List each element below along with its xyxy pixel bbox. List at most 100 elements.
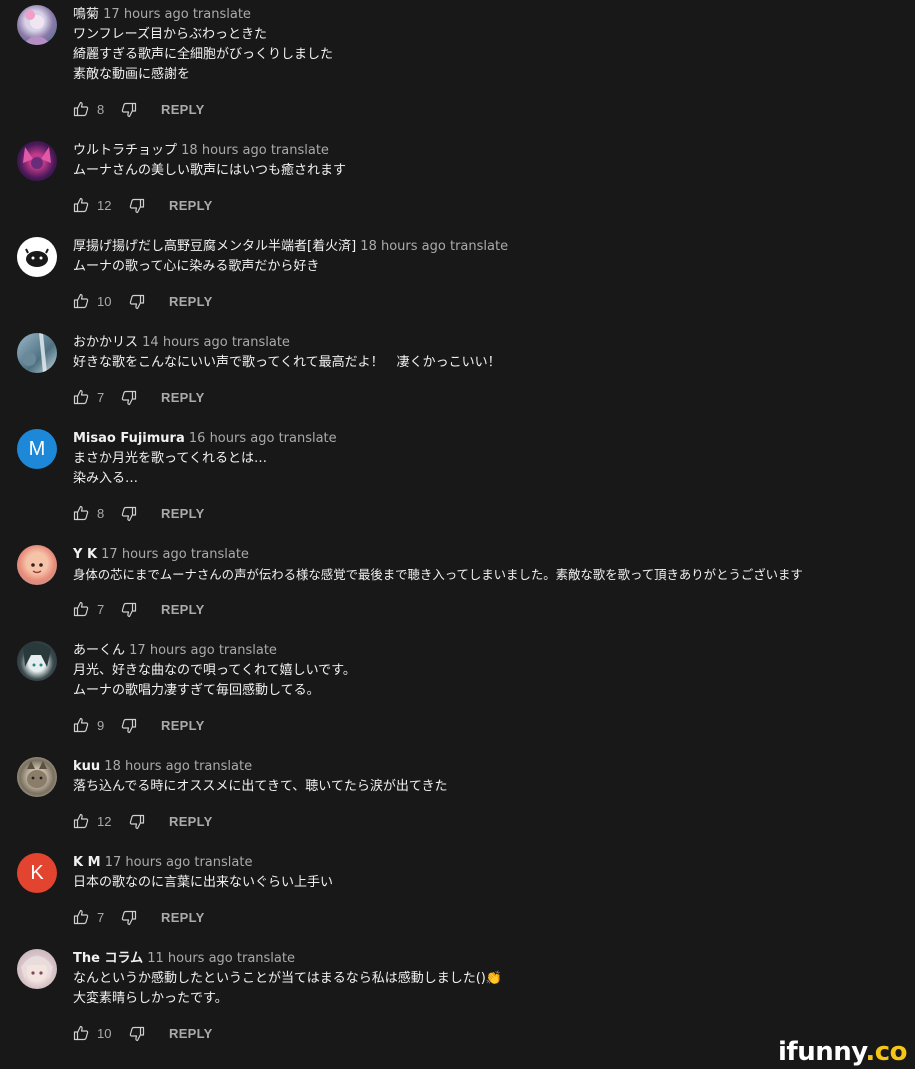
comment-timestamp[interactable]: 14 hours ago [142, 335, 228, 350]
like-count: 10 [97, 294, 112, 309]
thumbs-up-icon[interactable] [73, 197, 89, 213]
thumbs-down-icon[interactable] [121, 390, 137, 406]
like-count: 7 [97, 390, 105, 405]
avatar[interactable] [17, 641, 57, 681]
comment-text: 身体の芯にまでムーナさんの声が伝わる様な感覚で最後まで聴き入ってしまいました。素… [73, 567, 803, 582]
translate-link[interactable]: translate [191, 547, 249, 562]
comment-text: 綺麗すぎる歌声に全細胞がびっくりしました [73, 47, 334, 62]
reply-button[interactable]: REPLY [161, 906, 205, 930]
thumbs-up-icon[interactable] [73, 505, 89, 521]
avatar[interactable] [17, 5, 57, 45]
like-count: 12 [97, 198, 112, 213]
translate-link[interactable]: translate [271, 143, 329, 158]
like-count: 12 [97, 814, 112, 829]
comment-timestamp[interactable]: 18 hours ago [360, 239, 446, 254]
avatar-letter: M [28, 437, 46, 460]
translate-link[interactable]: translate [232, 335, 290, 350]
comment-text: 日本の歌なのに言葉に出来ないぐらい上手い [73, 875, 334, 890]
translate-link[interactable]: translate [193, 7, 251, 22]
like-count: 8 [97, 506, 105, 521]
comment-text: なんというか感動したということが当てはまるなら私は感動しました()👏 [73, 971, 503, 986]
comment-timestamp[interactable]: 17 hours ago [101, 547, 187, 562]
like-count: 7 [97, 602, 105, 617]
translate-link[interactable]: translate [450, 239, 508, 254]
comment-author[interactable]: Misao Fujimura [73, 431, 185, 446]
thumbs-down-icon[interactable] [121, 102, 137, 118]
thumbs-down-icon[interactable] [121, 910, 137, 926]
thumbs-down-icon[interactable] [121, 602, 137, 618]
reply-button[interactable]: REPLY [169, 810, 213, 834]
thumbs-up-icon[interactable] [73, 909, 89, 925]
thumbs-up-icon[interactable] [73, 601, 89, 617]
thumbs-down-icon[interactable] [129, 294, 145, 310]
avatar[interactable]: M [17, 429, 57, 469]
thumbs-down-icon[interactable] [129, 814, 145, 830]
translate-link[interactable]: translate [194, 855, 252, 870]
thumbs-down-icon[interactable] [121, 506, 137, 522]
thumbs-up-icon[interactable] [73, 389, 89, 405]
translate-link[interactable]: translate [279, 431, 337, 446]
thumbs-down-icon[interactable] [121, 718, 137, 734]
comment-author[interactable]: kuu [73, 759, 100, 774]
thumbs-up-icon[interactable] [73, 101, 89, 117]
comment-timestamp[interactable]: 17 hours ago [105, 855, 191, 870]
comment-author[interactable]: The コラム [73, 951, 143, 966]
reply-button[interactable]: REPLY [161, 714, 205, 738]
avatar[interactable]: K [17, 853, 57, 893]
avatar[interactable] [17, 757, 57, 797]
comment-text: ムーナの歌唱力凄すぎて毎回感動してる。 [73, 683, 320, 698]
comment-author[interactable]: K M [73, 855, 101, 870]
watermark-main: ifunny [778, 1037, 866, 1067]
comment-author[interactable]: 厚揚げ揚げだし高野豆腐メンタル半端者[着火済] [73, 239, 356, 254]
thumbs-up-icon[interactable] [73, 1025, 89, 1041]
comment-timestamp[interactable]: 17 hours ago [103, 7, 189, 22]
like-count: 10 [97, 1026, 112, 1041]
ifunny-watermark: ifunny.co [778, 1037, 907, 1067]
like-count: 9 [97, 718, 105, 733]
reply-button[interactable]: REPLY [169, 1022, 213, 1046]
comment-timestamp[interactable]: 17 hours ago [129, 643, 215, 658]
comment-author[interactable]: 鳴菊 [73, 7, 99, 22]
comment-text: まさか月光を歌ってくれるとは… [73, 451, 267, 466]
reply-button[interactable]: REPLY [161, 386, 205, 410]
reply-button[interactable]: REPLY [161, 98, 205, 122]
watermark-suffix: .co [865, 1037, 907, 1067]
translate-link[interactable]: translate [194, 759, 252, 774]
reply-button[interactable]: REPLY [169, 290, 213, 314]
comment-author[interactable]: おかかリス [73, 335, 138, 350]
reply-button[interactable]: REPLY [169, 194, 213, 218]
translate-link[interactable]: translate [219, 643, 277, 658]
avatar[interactable] [17, 949, 57, 989]
comment-timestamp[interactable]: 18 hours ago [181, 143, 267, 158]
comment-text: 落ち込んでる時にオススメに出てきて、聴いてたら涙が出てきた [73, 779, 448, 794]
comment-timestamp[interactable]: 16 hours ago [189, 431, 275, 446]
comment-text: 素敵な動画に感謝を [73, 67, 191, 82]
comment-text: ムーナさんの美しい歌声にはいつも癒されます [73, 163, 347, 178]
comment-text: 大変素晴らしかったです。 [73, 991, 228, 1006]
comment-timestamp[interactable]: 18 hours ago [104, 759, 190, 774]
like-count: 8 [97, 102, 105, 117]
reply-button[interactable]: REPLY [161, 598, 205, 622]
reply-button[interactable]: REPLY [161, 502, 205, 526]
comment-text: ムーナの歌って心に染みる歌声だから好き [73, 259, 320, 274]
comment-text: ワンフレーズ目からぶわっときた [73, 27, 267, 42]
avatar[interactable] [17, 545, 57, 585]
comment-timestamp[interactable]: 11 hours ago [147, 951, 233, 966]
translate-link[interactable]: translate [237, 951, 295, 966]
thumbs-up-icon[interactable] [73, 293, 89, 309]
comment-text: 好きな歌をこんなにいい声で歌ってくれて最高だよ！ 凄くかっこいい！ [73, 355, 501, 370]
comment-author[interactable]: ウルトラチョップ [73, 143, 177, 158]
thumbs-up-icon[interactable] [73, 813, 89, 829]
like-count: 7 [97, 910, 105, 925]
comment-text: 染み入る… [73, 471, 139, 486]
thumbs-up-icon[interactable] [73, 717, 89, 733]
thumbs-down-icon[interactable] [129, 198, 145, 214]
avatar[interactable] [17, 237, 57, 277]
avatar-letter: K [30, 861, 44, 884]
avatar[interactable] [17, 333, 57, 373]
comment-author[interactable]: あーくん [73, 643, 125, 658]
thumbs-down-icon[interactable] [129, 1026, 145, 1042]
avatar[interactable] [17, 141, 57, 181]
comment-text: 月光、好きな曲なので唄ってくれて嬉しいです。 [73, 663, 356, 678]
comment-author[interactable]: Y K [73, 547, 97, 562]
